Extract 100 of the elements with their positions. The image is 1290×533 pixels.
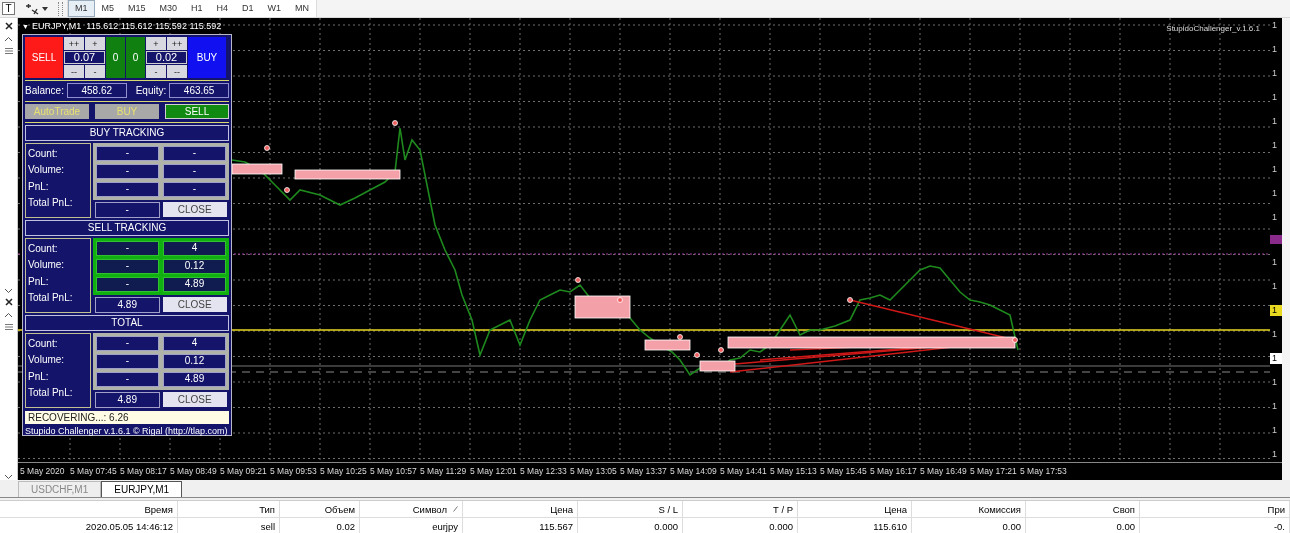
increase-button[interactable]: + [85,37,105,50]
indicator-label: StupidoChallenger_v.1.6.1 [1166,24,1260,33]
value-cell: - [163,146,226,161]
close-icon[interactable] [4,298,13,306]
time-label: 5 May 16:49 [920,465,968,478]
time-label: 5 May 15:45 [820,465,868,478]
trade-marker [617,297,623,303]
time-label: 5 May 14:41 [720,465,768,478]
column-header[interactable]: Тип [178,501,280,517]
close-icon[interactable] [4,22,13,30]
time-label: 5 May 09:53 [270,465,318,478]
timeframe-button[interactable]: MN [288,0,317,17]
table-cell: 2020.05.05 14:46:12 [0,518,178,533]
sell-button[interactable]: SELL [25,37,63,78]
decrease-button[interactable]: - [146,65,166,78]
chevron-up-icon[interactable] [4,36,13,42]
decrease-button[interactable]: -- [64,65,84,78]
close-button[interactable]: CLOSE [162,392,227,407]
value-cell: 0.12 [163,259,226,274]
decrease-button[interactable]: - [85,65,105,78]
timeframe-button[interactable]: W1 [260,0,289,17]
trade-marker [392,120,398,126]
trade-marker [677,334,683,340]
timeframe-button[interactable]: M15 [121,0,153,17]
time-label: 5 May 2020 [20,465,66,478]
trade-marker [264,145,270,151]
text-tool-button[interactable]: T [2,2,15,15]
column-header[interactable]: Цена [463,501,578,517]
footer-text: Stupido Challenger v.1.6.1 © Rigal (http://tlap.com) [25,426,229,436]
price-label: 1 [1271,91,1278,103]
chart-tab[interactable]: EURJPY,M1 [101,481,183,497]
close-button[interactable]: CLOSE [162,297,227,312]
table-cell: 0.00 [1026,518,1140,533]
trade-box [574,295,631,319]
time-label: 5 May 17:21 [970,465,1018,478]
price-label: 1 [1271,211,1278,223]
mode-button[interactable]: SELL [165,104,229,119]
time-label: 5 May 16:17 [870,465,918,478]
table-cell: -0. [1140,518,1290,533]
trade-marker [847,297,853,303]
chevron-down-icon[interactable] [4,288,13,294]
row-label: PnL: [28,369,50,384]
table-cell: 0.000 [683,518,798,533]
column-header[interactable]: Время [0,501,178,517]
trade-marker [694,352,700,358]
column-header[interactable]: T / P [683,501,798,517]
timeframe-button[interactable]: D1 [235,0,261,17]
caret-icon[interactable] [42,6,48,11]
value-cell: - [96,164,159,179]
column-header[interactable]: Объем [280,501,360,517]
value-cell: - [96,277,159,292]
row-label: Total PnL: [28,290,74,305]
timeframe-button[interactable]: H1 [184,0,210,17]
column-header[interactable]: При [1140,501,1290,517]
balance-label: Balance: [25,85,64,96]
decrease-button[interactable]: -- [167,65,187,78]
timeframe-button[interactable]: M5 [94,0,122,17]
row-label: Total PnL: [28,385,74,400]
chevron-down-icon[interactable] [4,474,13,480]
value-cell: - [96,259,159,274]
buy-button[interactable]: BUY [188,37,226,78]
column-header[interactable]: Своп [1026,501,1140,517]
column-header[interactable]: S / L [578,501,683,517]
section-header: BUY TRACKING [25,125,229,141]
price-label: 1 [1271,401,1278,412]
value-cell: - [163,182,226,197]
increase-button[interactable]: ++ [167,37,187,50]
grip-icon[interactable] [4,324,13,330]
equity-label: Equity: [135,85,167,96]
trade-marker [284,187,290,193]
timeframe-button[interactable]: M1 [68,0,95,17]
time-label: 5 May 12:33 [520,465,568,478]
trade-box [699,360,736,372]
timeframe-button[interactable]: H4 [209,0,236,17]
column-header[interactable]: Цена [798,501,912,517]
value-cell: 4.89 [163,277,226,292]
chart-title: EURJPY,M1 115.612 115.612 115.592 115.592 [31,21,222,31]
section-header: SELL TRACKING [25,220,229,236]
time-label: 5 May 09:21 [220,465,268,478]
chevron-up-icon[interactable] [4,312,13,318]
lot-field[interactable]: 0.02 [146,51,187,64]
increase-button[interactable]: ++ [64,37,84,50]
shapes-icon[interactable] [25,2,39,15]
price-label: 1 [1271,115,1278,127]
table-cell: 115.610 [798,518,912,533]
time-label: 5 May 14:09 [670,465,718,478]
lot-field[interactable]: 0.07 [64,51,105,64]
increase-button[interactable]: + [146,37,166,50]
trade-box [231,163,283,175]
column-header[interactable]: Комиссия [912,501,1026,517]
time-label: 5 May 10:57 [370,465,418,478]
close-button[interactable]: CLOSE [162,202,227,217]
value-cell: 4.89 [163,372,226,387]
column-header[interactable]: Символ [360,501,463,517]
table-cell: 0.00 [912,518,1026,533]
value-cell: 4 [163,336,226,351]
timeframe-button[interactable]: M30 [152,0,185,17]
trade-marker [718,347,724,353]
price-label: 1 [1271,67,1278,79]
grip-icon[interactable] [4,48,13,54]
